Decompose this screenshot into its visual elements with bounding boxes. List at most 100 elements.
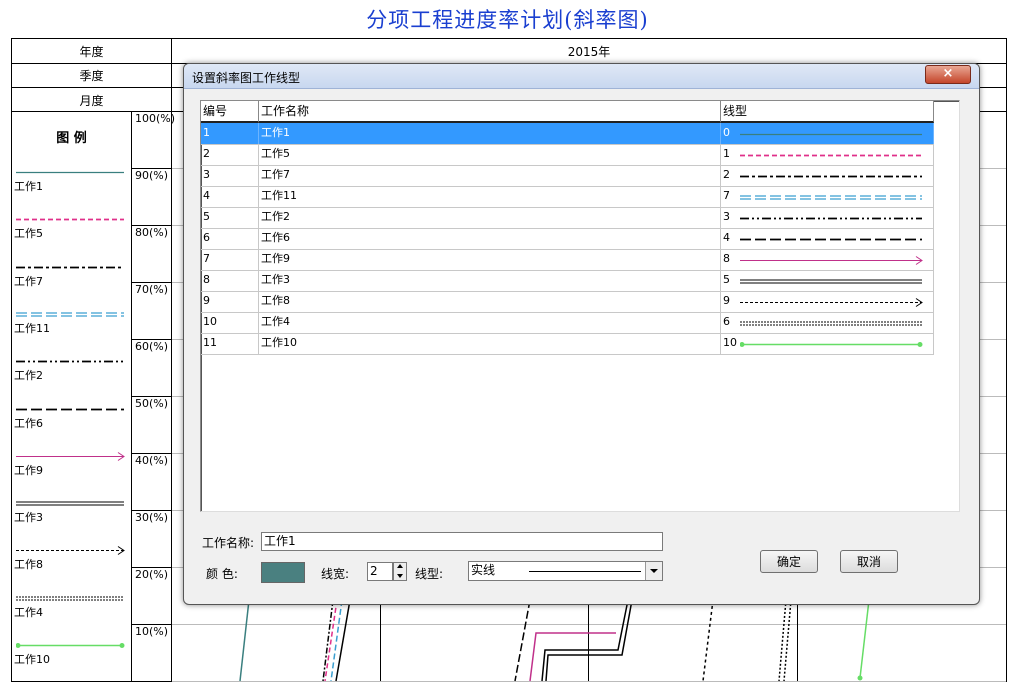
percent-label-1: 90(%) — [135, 169, 169, 182]
table-row[interactable]: 7 工作9 8 — [201, 249, 934, 271]
dialog-title: 设置斜率图工作线型 — [192, 71, 301, 85]
legend-label: 工作1 — [14, 180, 43, 193]
legend-label: 工作5 — [14, 227, 43, 241]
column-header-id[interactable]: 编号 — [201, 101, 259, 123]
table-row[interactable]: 3 工作7 2 — [201, 165, 934, 187]
legend-label: 工作2 — [14, 369, 43, 383]
legend-heading: 图 例 — [56, 131, 87, 146]
row-line-type: 9 — [721, 291, 934, 312]
table-row[interactable]: 8 工作3 5 — [201, 270, 934, 292]
row-line-type-code: 7 — [723, 189, 730, 202]
year-header: 年度 — [79, 45, 104, 59]
table-row[interactable]: 9 工作8 9 — [201, 291, 934, 313]
line-type-label: 线型: — [415, 567, 444, 581]
percent-label-7: 30(%) — [135, 511, 169, 524]
line-type-dialog: 设置斜率图工作线型 × 编号 工作名称 线型 1 工作1 0 2 工作5 1 3 工作7 2 4 工… — [183, 63, 980, 605]
dialog-titlebar[interactable]: 设置斜率图工作线型 × — [184, 64, 979, 89]
table-row[interactable]: 2 工作5 1 — [201, 144, 934, 166]
quarter-header: 季度 — [79, 69, 104, 83]
line-width-label: 线宽: — [321, 567, 350, 581]
row-line-type: 6 — [721, 312, 934, 333]
row-id: 4 — [201, 186, 259, 207]
row-line-type-code: 6 — [723, 315, 730, 328]
row-id: 7 — [201, 249, 259, 270]
legend-label: 工作6 — [14, 416, 43, 430]
row-work-name: 工作5 — [259, 144, 721, 165]
line-type-select[interactable]: 实线 — [468, 561, 663, 581]
percent-label-4: 60(%) — [135, 340, 169, 353]
percent-label-0: 100(%) — [135, 112, 176, 125]
row-line-type: 2 — [721, 165, 934, 186]
row-line-type-code: 1 — [723, 147, 730, 160]
row-work-name: 工作6 — [259, 228, 721, 249]
column-header-name[interactable]: 工作名称 — [259, 101, 721, 123]
row-work-name: 工作9 — [259, 249, 721, 270]
row-id: 5 — [201, 207, 259, 228]
ok-button[interactable]: 确定 — [760, 550, 818, 573]
work-line-list[interactable]: 编号 工作名称 线型 1 工作1 0 2 工作5 1 3 工作7 2 4 工作11 7 5 工作2 3 6 工作… — [200, 100, 960, 512]
row-line-type: 0 — [721, 123, 934, 144]
work-name-field[interactable]: 工作1 — [261, 532, 663, 551]
row-work-name: 工作8 — [259, 291, 721, 312]
month-header: 月度 — [79, 94, 104, 108]
spin-down-icon[interactable] — [397, 574, 403, 578]
row-work-name: 工作7 — [259, 165, 721, 186]
line-width-spinner[interactable] — [393, 562, 407, 581]
dropdown-button[interactable] — [645, 562, 662, 580]
row-line-type-code: 3 — [723, 210, 730, 223]
row-line-type-code: 5 — [723, 273, 730, 286]
legend-label: 工作4 — [14, 605, 43, 619]
row-line-type: 8 — [721, 249, 934, 270]
column-header-line-type[interactable]: 线型 — [721, 101, 934, 123]
work-name-label: 工作名称: — [202, 536, 255, 550]
table-row[interactable]: 11 工作10 10 — [201, 333, 934, 355]
table-row[interactable]: 5 工作2 3 — [201, 207, 934, 229]
row-line-type: 10 — [721, 333, 934, 354]
legend-label: 工作9 — [14, 463, 43, 477]
row-line-type: 7 — [721, 186, 934, 207]
spin-up-icon[interactable] — [397, 564, 403, 568]
legend-label: 工作8 — [14, 558, 43, 572]
percent-label-2: 80(%) — [135, 226, 169, 239]
row-work-name: 工作1 — [259, 123, 721, 144]
row-work-name: 工作11 — [259, 186, 721, 207]
row-id: 3 — [201, 165, 259, 186]
percent-label-8: 20(%) — [135, 568, 169, 581]
row-id: 11 — [201, 333, 259, 354]
row-id: 10 — [201, 312, 259, 333]
row-line-type-code: 0 — [723, 126, 730, 139]
table-row[interactable]: 1 工作1 0 — [201, 123, 934, 145]
row-id: 2 — [201, 144, 259, 165]
percent-label-6: 40(%) — [135, 454, 169, 467]
table-row[interactable]: 4 工作11 7 — [201, 186, 934, 208]
table-row[interactable]: 10 工作4 6 — [201, 312, 934, 334]
legend-label: 工作11 — [14, 321, 50, 335]
chevron-down-icon — [650, 569, 658, 573]
percent-label-3: 70(%) — [135, 283, 169, 296]
color-swatch[interactable] — [261, 562, 305, 583]
table-row[interactable]: 6 工作6 4 — [201, 228, 934, 250]
year-value: 2015年 — [567, 45, 611, 59]
close-button[interactable]: × — [925, 65, 971, 84]
percent-label-5: 50(%) — [135, 397, 169, 410]
row-line-preview — [739, 333, 926, 361]
legend-label: 工作3 — [14, 511, 43, 525]
row-line-type: 1 — [721, 144, 934, 165]
percent-label-9: 10(%) — [135, 625, 169, 638]
line-type-preview — [529, 571, 641, 572]
row-work-name: 工作10 — [259, 333, 721, 354]
legend-label: 工作7 — [14, 274, 43, 288]
line-width-input[interactable]: 2 — [367, 562, 393, 581]
row-work-name: 工作2 — [259, 207, 721, 228]
legend-label: 工作10 — [14, 653, 50, 666]
row-line-type: 5 — [721, 270, 934, 291]
cancel-button[interactable]: 取消 — [840, 550, 898, 573]
row-id: 1 — [201, 123, 259, 144]
row-line-type-code: 10 — [723, 336, 737, 349]
row-line-type-code: 8 — [723, 252, 730, 265]
row-line-type-code: 4 — [723, 231, 730, 244]
row-line-type: 3 — [721, 207, 934, 228]
row-line-type-code: 2 — [723, 168, 730, 181]
row-line-type-code: 9 — [723, 294, 730, 307]
row-id: 6 — [201, 228, 259, 249]
